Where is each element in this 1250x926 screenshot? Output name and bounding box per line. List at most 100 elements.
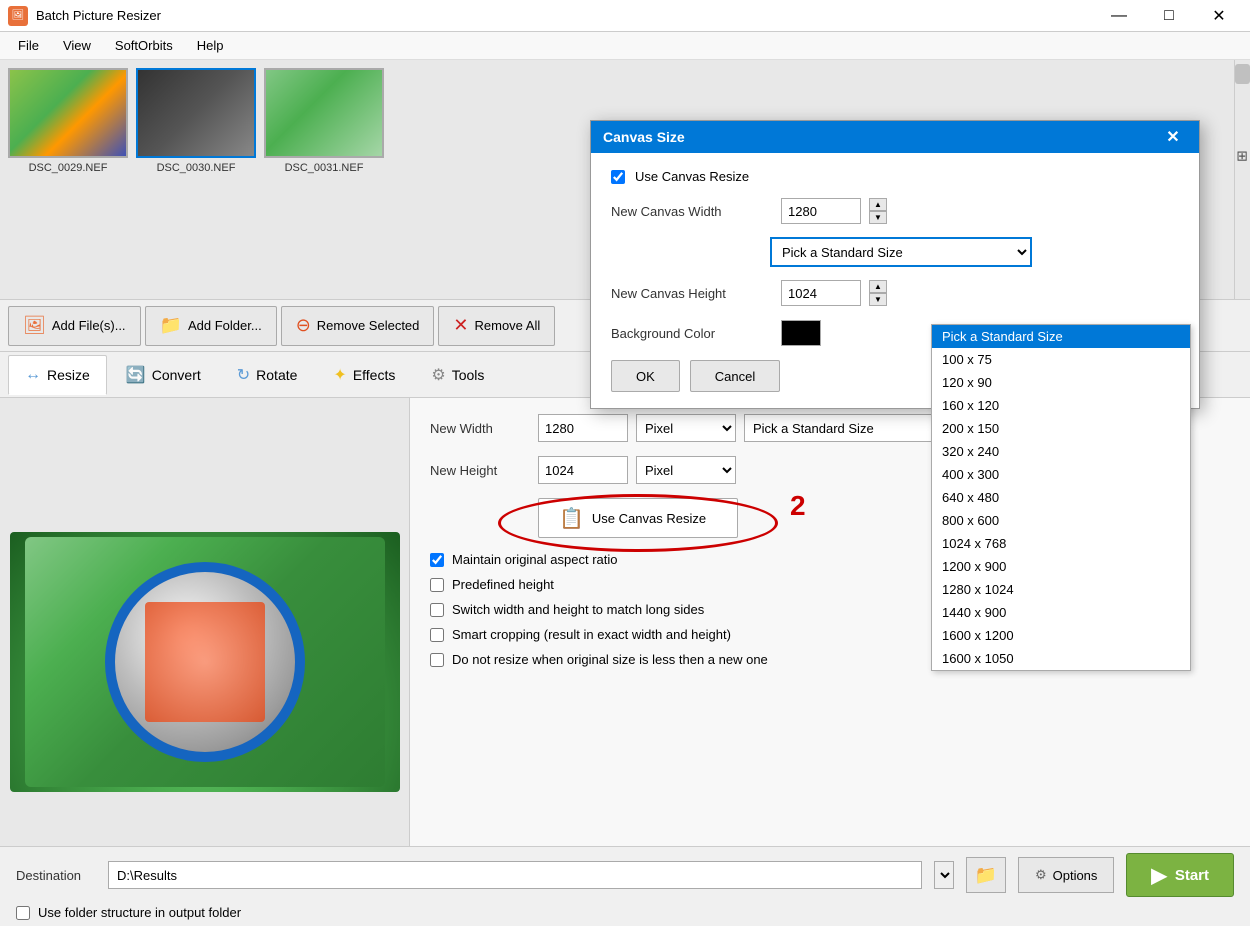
menu-help[interactable]: Help [187, 34, 234, 57]
no-resize-checkbox[interactable] [430, 653, 444, 667]
maintain-aspect-label: Maintain original aspect ratio [452, 552, 617, 567]
width-up-button[interactable]: ▲ [869, 198, 887, 211]
close-button[interactable]: ✕ [1196, 0, 1242, 32]
remove-selected-label: Remove Selected [317, 318, 420, 333]
dropdown-item-320x240[interactable]: 320 x 240 [932, 440, 1190, 463]
thumbnail-scrollbar[interactable]: ⊞ [1234, 60, 1250, 299]
thumbnail-image [264, 68, 384, 158]
menu-view[interactable]: View [53, 34, 101, 57]
add-folder-label: Add Folder... [188, 318, 262, 333]
tab-effects[interactable]: ✦ Effects [316, 355, 412, 395]
thumbnail-item[interactable]: DSC_0030.NEF [136, 68, 256, 174]
dialog-use-canvas-row: Use Canvas Resize [611, 169, 1179, 184]
dropdown-item-160x120[interactable]: 160 x 120 [932, 394, 1190, 417]
height-label: New Height [430, 463, 530, 478]
remove-all-button[interactable]: ✕ Remove All [438, 306, 555, 346]
remove-selected-button[interactable]: ⊖ Remove Selected [281, 306, 435, 346]
destination-browse-button[interactable]: 📁 [966, 857, 1006, 893]
dialog-width-row: New Canvas Width ▲ ▼ [611, 198, 1179, 224]
width-spinner[interactable]: ▲ ▼ [869, 198, 887, 224]
add-files-icon: 🖼 [23, 315, 46, 336]
dialog-height-label: New Canvas Height [611, 286, 771, 301]
dropdown-item-1440x900[interactable]: 1440 x 900 [932, 601, 1190, 624]
dialog-close-button[interactable]: ✕ [1159, 123, 1187, 151]
menu-file[interactable]: File [8, 34, 49, 57]
dropdown-wrapper: Pick a Standard Size Pick a Standard Siz… [771, 238, 1031, 266]
start-button[interactable]: ▶ Start [1126, 853, 1234, 897]
browse-folder-icon: 📁 [975, 865, 997, 886]
tab-tools[interactable]: ⚙ Tools [414, 355, 501, 395]
use-canvas-resize-button[interactable]: 📋 Use Canvas Resize [538, 498, 738, 538]
dialog-content: Use Canvas Resize New Canvas Width ▲ ▼ [591, 153, 1199, 408]
start-label: Start [1175, 867, 1209, 884]
standard-size-dropdown-list: Pick a Standard Size 100 x 75 120 x 90 1… [931, 324, 1191, 671]
tab-rotate[interactable]: ↻ Rotate [220, 355, 315, 395]
dropdown-item-200x150[interactable]: 200 x 150 [932, 417, 1190, 440]
thumbnail-item[interactable]: DSC_0031.NEF [264, 68, 384, 174]
dropdown-item-100x75[interactable]: 100 x 75 [932, 348, 1190, 371]
standard-size-dropdown[interactable]: Pick a Standard Size [771, 238, 1031, 266]
width-input[interactable] [538, 414, 628, 442]
dropdown-item-1600x1200[interactable]: 1600 x 1200 [932, 624, 1190, 647]
folder-structure-checkbox[interactable] [16, 906, 30, 920]
thumbnail-label: DSC_0031.NEF [285, 162, 364, 174]
dropdown-item-400x300[interactable]: 400 x 300 [932, 463, 1190, 486]
height-up-button[interactable]: ▲ [869, 280, 887, 293]
destination-path-input[interactable] [108, 861, 922, 889]
scrollbar-thumb [1235, 64, 1250, 84]
tab-rotate-label: Rotate [256, 367, 297, 383]
switch-wh-checkbox[interactable] [430, 603, 444, 617]
add-files-label: Add File(s)... [52, 318, 126, 333]
destination-dropdown[interactable]: ▼ [934, 861, 954, 889]
tab-resize-label: Resize [47, 367, 90, 383]
dropdown-item-1280x1024[interactable]: 1280 x 1024 [932, 578, 1190, 601]
tab-effects-label: Effects [353, 367, 396, 383]
add-files-button[interactable]: 🖼 Add File(s)... [8, 306, 141, 346]
predefined-height-checkbox[interactable] [430, 578, 444, 592]
app-title: Batch Picture Resizer [36, 8, 1096, 23]
menu-softorbits[interactable]: SoftOrbits [105, 34, 183, 57]
width-unit-select[interactable]: Pixel % cm [636, 414, 736, 442]
dropdown-item-1200x900[interactable]: 1200 x 900 [932, 555, 1190, 578]
remove-selected-icon: ⊖ [296, 315, 311, 336]
dialog-use-canvas-label: Use Canvas Resize [635, 169, 749, 184]
background-color-picker[interactable] [781, 320, 821, 346]
dialog-width-input[interactable] [781, 198, 861, 224]
maximize-button[interactable]: □ [1146, 0, 1192, 32]
dropdown-item-1600x1050[interactable]: 1600 x 1050 [932, 647, 1190, 670]
dropdown-item-pick[interactable]: Pick a Standard Size [932, 325, 1190, 348]
remove-all-label: Remove All [475, 318, 541, 333]
folder-structure-row: Use folder structure in output folder [16, 905, 1234, 920]
add-folder-button[interactable]: 📁 Add Folder... [145, 306, 277, 346]
canvas-icon: 📋 [559, 506, 584, 531]
titlebar: 🖼 Batch Picture Resizer — □ ✕ [0, 0, 1250, 32]
cake-image-bg [25, 537, 385, 787]
dropdown-item-640x480[interactable]: 640 x 480 [932, 486, 1190, 509]
dialog-height-input[interactable] [781, 280, 861, 306]
dropdown-item-120x90[interactable]: 120 x 90 [932, 371, 1190, 394]
dialog-ok-button[interactable]: OK [611, 360, 680, 392]
height-input[interactable] [538, 456, 628, 484]
height-unit-select[interactable]: Pixel % cm [636, 456, 736, 484]
tab-convert[interactable]: 🔄 Convert [109, 355, 218, 395]
options-button[interactable]: ⚙ Options [1018, 857, 1114, 893]
smart-crop-checkbox[interactable] [430, 628, 444, 642]
dialog-width-label: New Canvas Width [611, 204, 771, 219]
dropdown-item-800x600[interactable]: 800 x 600 [932, 509, 1190, 532]
tab-resize[interactable]: ↔ Resize [8, 355, 107, 395]
dialog-cancel-button[interactable]: Cancel [690, 360, 780, 392]
dialog-use-canvas-checkbox[interactable] [611, 170, 625, 184]
height-spinner[interactable]: ▲ ▼ [869, 280, 887, 306]
minimize-button[interactable]: — [1096, 0, 1142, 32]
height-down-button[interactable]: ▼ [869, 293, 887, 306]
dropdown-item-1024x768[interactable]: 1024 x 768 [932, 532, 1190, 555]
no-resize-label: Do not resize when original size is less… [452, 652, 768, 667]
dropdown-spacer-label [611, 238, 771, 242]
width-down-button[interactable]: ▼ [869, 211, 887, 224]
dialog-height-row: New Canvas Height ▲ ▼ [611, 280, 1179, 306]
convert-icon: 🔄 [126, 365, 146, 385]
thumbnail-item[interactable]: DSC_0029.NEF [8, 68, 128, 174]
menubar: File View SoftOrbits Help [0, 32, 1250, 60]
resize-icon: ↔ [25, 366, 41, 384]
maintain-aspect-checkbox[interactable] [430, 553, 444, 567]
